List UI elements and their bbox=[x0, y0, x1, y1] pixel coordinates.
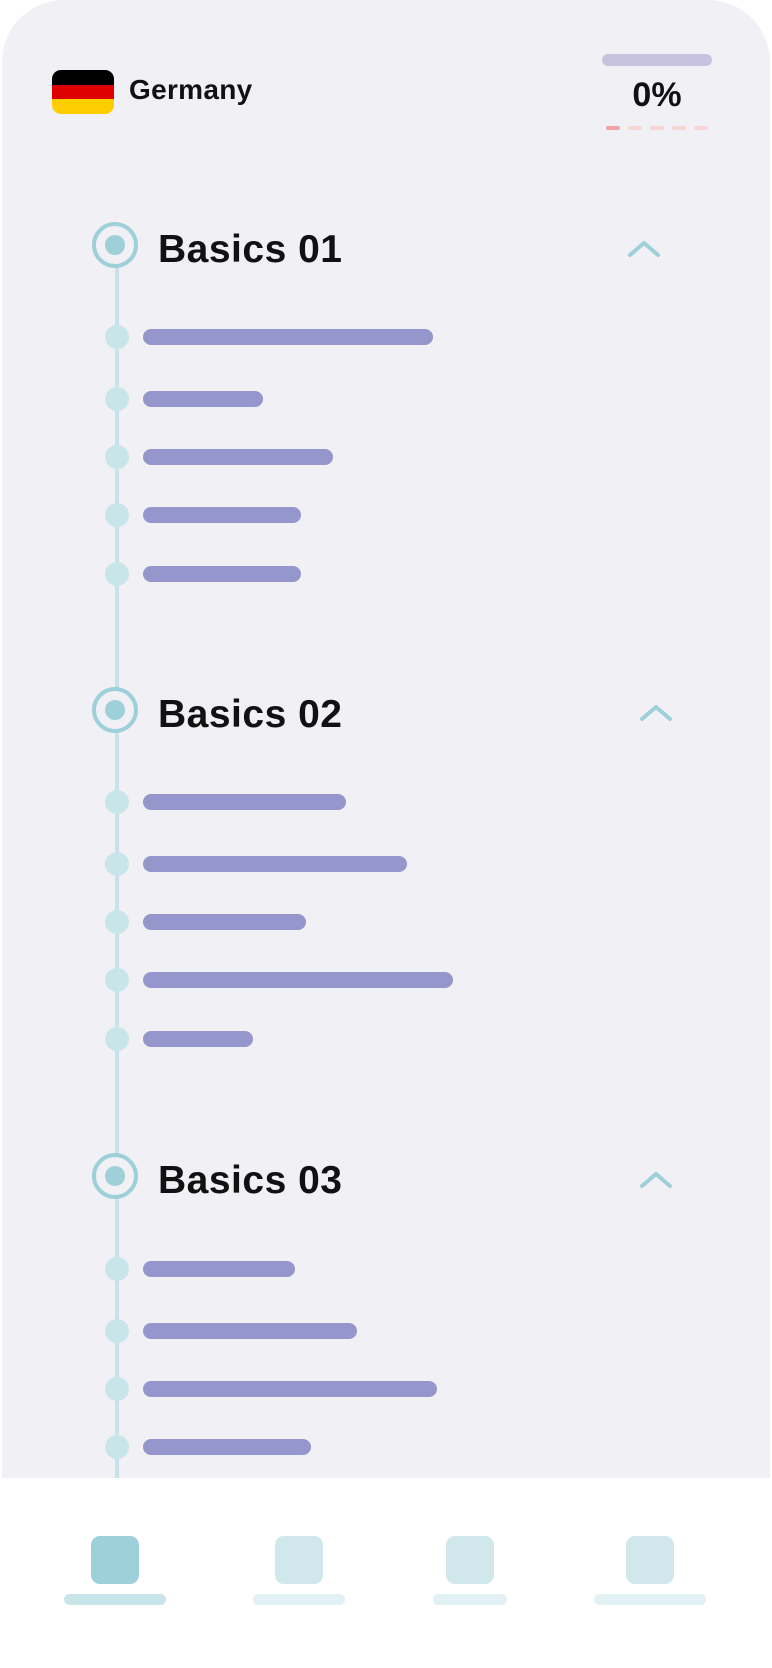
lesson-item[interactable] bbox=[143, 566, 301, 582]
streak-dashes bbox=[606, 126, 708, 130]
lesson-item[interactable] bbox=[143, 794, 346, 810]
flag-stripe-red bbox=[52, 84, 114, 100]
tab-4-icon bbox=[626, 1536, 674, 1584]
lesson-dot bbox=[105, 387, 129, 411]
streak-dash bbox=[672, 126, 686, 130]
nav-tab-home[interactable] bbox=[60, 1536, 170, 1606]
progress-indicator: 0% bbox=[602, 54, 714, 132]
home-tab-label bbox=[64, 1594, 166, 1605]
flag-stripe-black bbox=[52, 70, 114, 85]
section-title[interactable]: Basics 02 bbox=[158, 695, 342, 734]
tab-2-icon bbox=[275, 1536, 323, 1584]
lesson-item[interactable] bbox=[143, 1261, 295, 1277]
lesson-dot bbox=[105, 1435, 129, 1459]
lesson-item[interactable] bbox=[143, 391, 263, 407]
tab-4-label bbox=[594, 1594, 706, 1605]
progress-percent: 0% bbox=[632, 76, 682, 114]
lesson-dot bbox=[105, 445, 129, 469]
lesson-item[interactable] bbox=[143, 856, 407, 872]
section-node bbox=[92, 222, 138, 268]
lesson-dot bbox=[105, 968, 129, 992]
bottom-nav bbox=[0, 1478, 772, 1668]
nav-tab-2[interactable] bbox=[250, 1536, 346, 1606]
streak-dash bbox=[628, 126, 642, 130]
lesson-dot bbox=[105, 1377, 129, 1401]
germany-flag-icon[interactable] bbox=[52, 70, 114, 114]
chevron-up-icon[interactable] bbox=[624, 233, 664, 263]
streak-dash bbox=[694, 126, 708, 130]
tab-3-icon bbox=[446, 1536, 494, 1584]
nav-tab-3[interactable] bbox=[430, 1536, 510, 1606]
lesson-dot bbox=[105, 562, 129, 586]
section-node bbox=[92, 1153, 138, 1199]
lesson-item[interactable] bbox=[143, 914, 306, 930]
progress-bar bbox=[602, 54, 712, 66]
lesson-dot bbox=[105, 1319, 129, 1343]
nav-tab-4[interactable] bbox=[592, 1536, 708, 1606]
section-title[interactable]: Basics 03 bbox=[158, 1161, 342, 1200]
tab-3-label bbox=[433, 1594, 507, 1605]
lesson-dot bbox=[105, 852, 129, 876]
streak-dash bbox=[650, 126, 664, 130]
section-node bbox=[92, 687, 138, 733]
lesson-item[interactable] bbox=[143, 329, 433, 345]
lesson-item[interactable] bbox=[143, 1323, 357, 1339]
lesson-item[interactable] bbox=[143, 507, 301, 523]
home-tab-icon bbox=[91, 1536, 139, 1584]
section-title[interactable]: Basics 01 bbox=[158, 230, 342, 269]
flag-stripe-gold bbox=[52, 99, 114, 114]
chevron-up-icon[interactable] bbox=[636, 1164, 676, 1194]
country-name[interactable]: Germany bbox=[129, 74, 253, 106]
chevron-up-icon[interactable] bbox=[636, 697, 676, 727]
lesson-dot bbox=[105, 1027, 129, 1051]
streak-dash bbox=[606, 126, 620, 130]
lesson-dot bbox=[105, 790, 129, 814]
lesson-item[interactable] bbox=[143, 972, 453, 988]
lesson-item[interactable] bbox=[143, 1031, 253, 1047]
lesson-dot bbox=[105, 325, 129, 349]
app-screen: Germany 0% Basics 01 Basics 02 Basics 03 bbox=[2, 0, 770, 1478]
tab-2-label bbox=[253, 1594, 345, 1605]
lesson-item[interactable] bbox=[143, 1381, 437, 1397]
lesson-item[interactable] bbox=[143, 1439, 311, 1455]
lesson-item[interactable] bbox=[143, 449, 333, 465]
lesson-dot bbox=[105, 503, 129, 527]
lesson-dot bbox=[105, 1257, 129, 1281]
lesson-dot bbox=[105, 910, 129, 934]
